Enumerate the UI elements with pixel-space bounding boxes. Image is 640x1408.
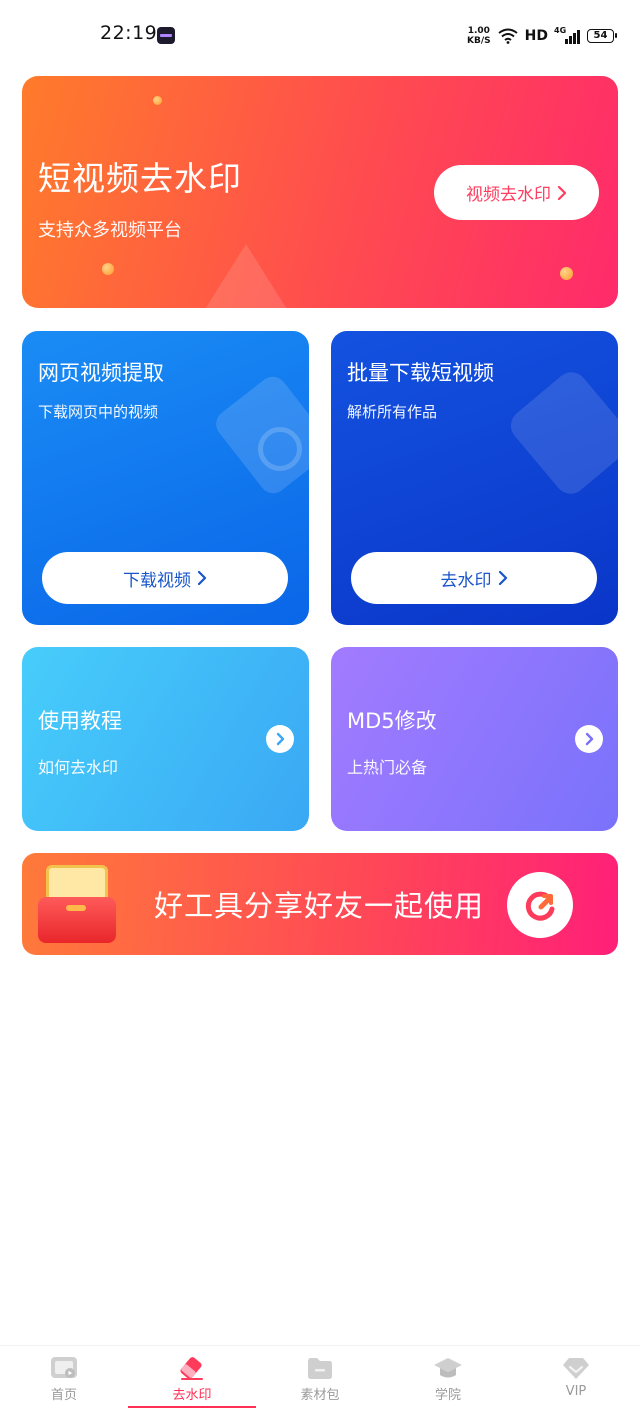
nav-label-academy: 学院 <box>434 1388 461 1403</box>
tutorial-card[interactable]: 使用教程 如何去水印 <box>22 647 309 831</box>
batch-download-subtitle: 解析所有作品 <box>347 403 438 421</box>
md5-subtitle: 上热门必备 <box>347 758 428 777</box>
tutorial-subtitle: 如何去水印 <box>38 758 119 777</box>
web-extract-title: 网页视频提取 <box>38 361 164 385</box>
home-video-icon <box>49 1355 79 1381</box>
nav-label-home: 首页 <box>50 1388 77 1403</box>
share-banner-text: 好工具分享好友一起使用 <box>154 889 485 923</box>
tutorial-arrow-button[interactable] <box>266 725 294 753</box>
share-arrow-icon <box>525 891 555 921</box>
nav-label-vip: VIP <box>565 1384 587 1399</box>
camera-lens-decor <box>258 427 302 471</box>
status-bar: 22:19 1.00 KB/S HD 4G 54 <box>0 0 640 70</box>
web-extract-subtitle: 下载网页中的视频 <box>38 403 159 421</box>
eraser-icon <box>177 1355 207 1381</box>
wifi-icon <box>498 28 518 44</box>
chevron-right-icon <box>585 732 594 746</box>
network-speed-unit: KB/S <box>467 36 491 46</box>
battery-indicator: 54 <box>587 29 617 43</box>
nav-item-remove-watermark[interactable]: 去水印 <box>128 1346 256 1408</box>
remove-watermark-label: 去水印 <box>440 570 492 591</box>
decor-dot <box>560 267 573 280</box>
box-decor-icon <box>504 365 618 501</box>
share-banner[interactable]: 好工具分享好友一起使用 <box>22 853 618 955</box>
decor-triangle <box>202 244 290 308</box>
nav-item-vip[interactable]: VIP <box>512 1346 640 1408</box>
hero-title: 短视频去水印 <box>38 159 242 198</box>
batch-download-card[interactable]: 批量下载短视频 解析所有作品 去水印 <box>331 331 618 625</box>
network-speed-value: 1.00 <box>467 26 490 36</box>
download-video-button[interactable]: 下载视频 <box>42 552 288 604</box>
network-type: 4G <box>554 26 567 35</box>
chevron-right-icon <box>276 732 285 746</box>
hero-button-label: 视频去水印 <box>466 185 551 205</box>
hd-indicator: HD <box>524 28 548 44</box>
folder-icon <box>305 1355 335 1381</box>
hero-card[interactable]: 短视频去水印 支持众多视频平台 视频去水印 <box>22 76 618 308</box>
nav-label-materials: 素材包 <box>300 1388 340 1403</box>
chevron-right-icon <box>557 185 567 200</box>
nav-item-home[interactable]: 首页 <box>0 1346 128 1408</box>
md5-arrow-button[interactable] <box>575 725 603 753</box>
decor-dot <box>153 96 162 105</box>
batch-download-title: 批量下载短视频 <box>347 361 494 385</box>
cell-signal-icon: 4G <box>554 26 580 44</box>
nav-item-materials[interactable]: 素材包 <box>256 1346 384 1408</box>
app-notification-icon <box>157 27 175 44</box>
chevron-right-icon <box>498 571 507 585</box>
graduation-cap-icon <box>433 1355 463 1381</box>
hero-subtitle: 支持众多视频平台 <box>38 220 182 241</box>
download-video-label: 下载视频 <box>123 570 191 591</box>
nav-label-remove-watermark: 去水印 <box>172 1388 212 1403</box>
web-video-extract-card[interactable]: 网页视频提取 下载网页中的视频 下载视频 <box>22 331 309 625</box>
md5-title: MD5修改 <box>347 709 437 733</box>
share-button[interactable] <box>507 872 573 938</box>
status-indicators: 1.00 KB/S HD 4G 54 <box>467 24 617 48</box>
bottom-navigation: 首页 去水印 素材包 学院 VIP <box>0 1345 640 1408</box>
video-remove-watermark-button[interactable]: 视频去水印 <box>434 165 599 220</box>
md5-modify-card[interactable]: MD5修改 上热门必备 <box>331 647 618 831</box>
diamond-icon <box>561 1355 591 1381</box>
decor-dot <box>102 263 114 275</box>
chevron-right-icon <box>197 571 207 585</box>
red-envelope-icon <box>38 863 116 943</box>
status-time: 22:19 <box>100 22 158 44</box>
nav-item-academy[interactable]: 学院 <box>384 1346 512 1408</box>
network-speed: 1.00 KB/S <box>467 26 491 46</box>
remove-watermark-button[interactable]: 去水印 <box>351 552 597 604</box>
tutorial-title: 使用教程 <box>38 709 122 733</box>
